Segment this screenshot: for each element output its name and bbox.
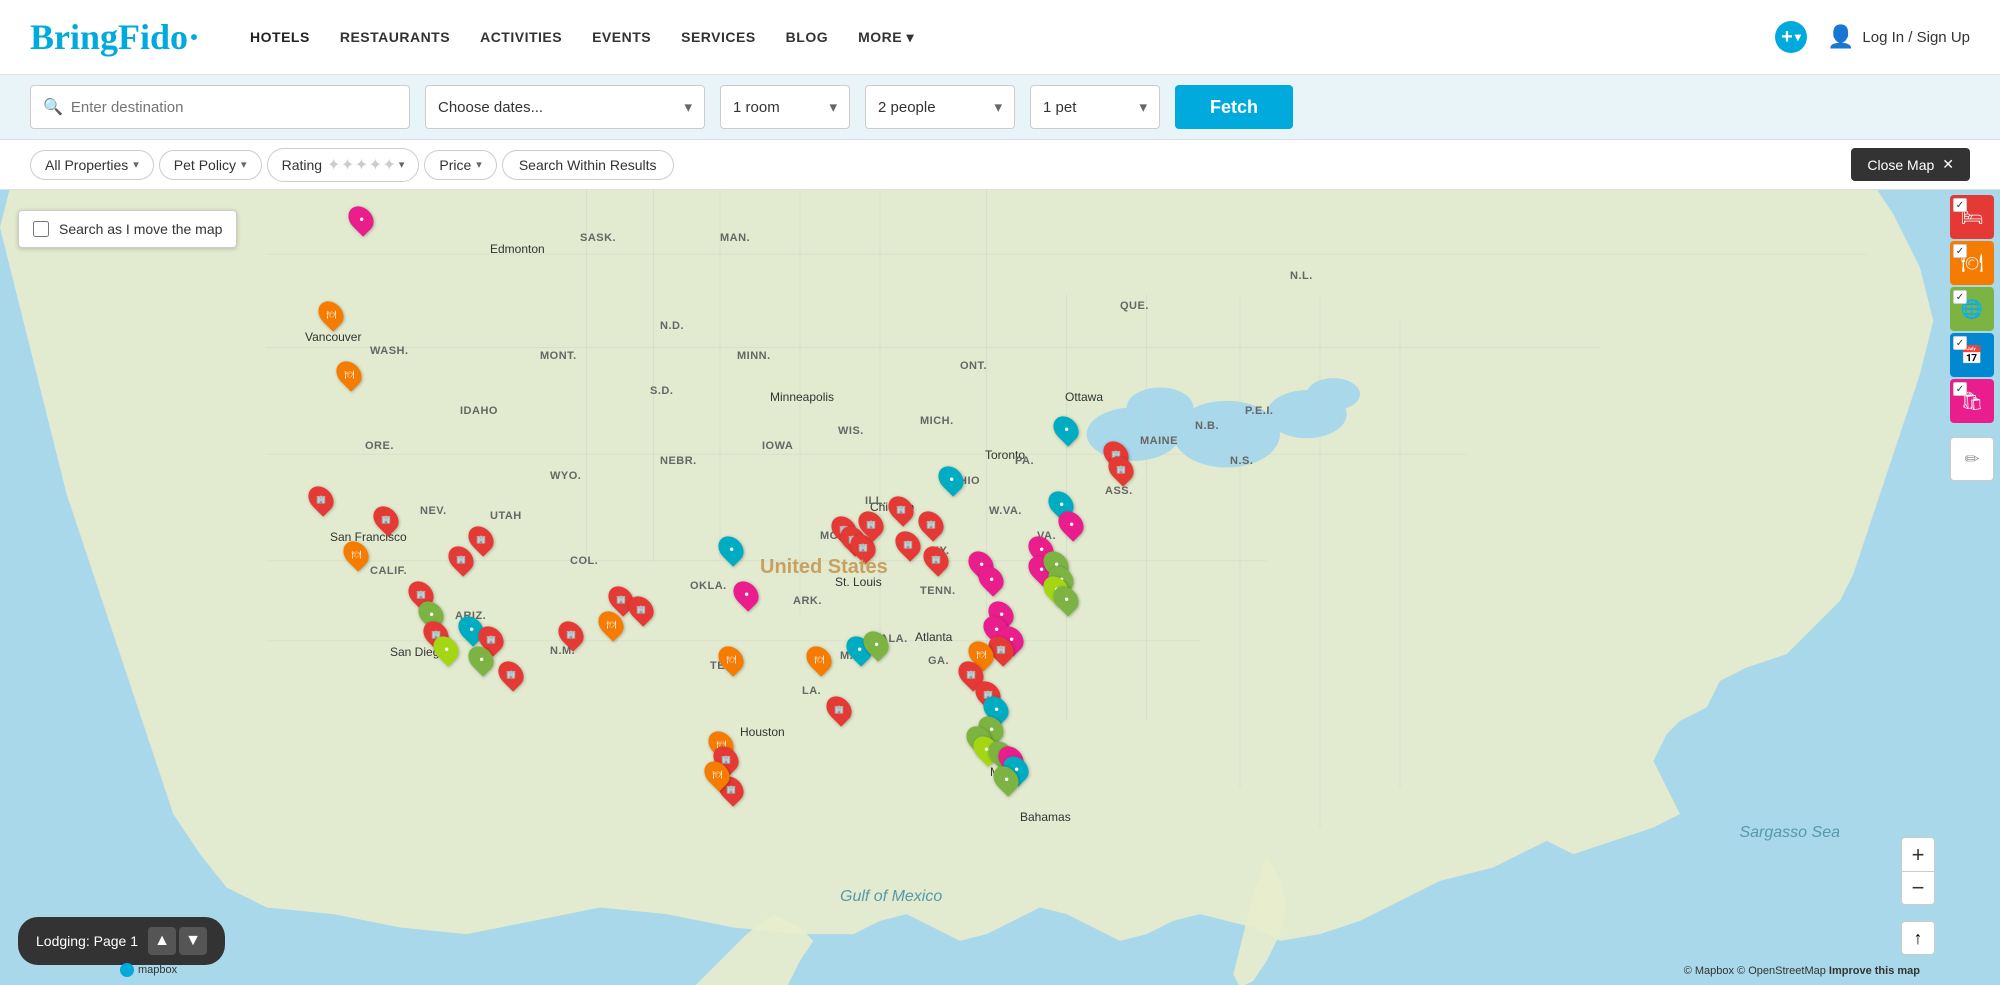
nav-events[interactable]: EVENTS	[592, 29, 651, 45]
logo[interactable]: BringFido·	[30, 16, 200, 58]
search-move-label: Search as I move the map	[59, 221, 222, 237]
services-checkbox[interactable]: ✓	[1953, 382, 1967, 396]
mapbox-logo: mapbox	[120, 963, 177, 977]
pet-policy-filter[interactable]: Pet Policy ▾	[159, 150, 262, 180]
rooms-arrow: ▾	[829, 98, 837, 116]
pet-select[interactable]: 1 pet ▾	[1030, 85, 1160, 129]
pet-label: 1 pet	[1043, 99, 1076, 116]
search-move-checkbox[interactable]	[33, 221, 49, 237]
sidebar-restaurants-button[interactable]: ✓ 🍽	[1950, 241, 1994, 285]
people-arrow: ▾	[994, 98, 1002, 116]
pet-arrow: ▾	[1139, 98, 1147, 116]
map-container[interactable]: EdmontonVancouverMinneapolisOttawaToront…	[0, 190, 2000, 985]
page-next-button[interactable]: ▼	[179, 927, 207, 955]
header-right: + 👤 Log In / Sign Up	[1775, 21, 1970, 53]
close-map-icon: ✕	[1942, 156, 1954, 173]
price-filter[interactable]: Price ▾	[424, 150, 496, 180]
map-sidebar: ✓ 🛏 ✓ 🍽 ✓ 🌐 ✓ 📅 ✓ 🛍 ✏	[1945, 190, 2000, 486]
sidebar-activities-button[interactable]: ✓ 🌐	[1950, 287, 1994, 331]
zoom-controls: + −	[1901, 837, 1935, 905]
pet-policy-arrow: ▾	[241, 158, 247, 171]
search-as-i-move[interactable]: Search as I move the map	[18, 210, 237, 248]
events-checkbox[interactable]: ✓	[1953, 336, 1967, 350]
nav-activities[interactable]: ACTIVITIES	[480, 29, 562, 45]
main-nav: HOTELS RESTAURANTS ACTIVITIES EVENTS SER…	[250, 29, 1775, 46]
search-within-button[interactable]: Search Within Results	[502, 150, 674, 180]
sidebar-events-button[interactable]: ✓ 📅	[1950, 333, 1994, 377]
dates-select[interactable]: Choose dates... ▾	[425, 85, 705, 129]
sidebar-services-button[interactable]: ✓ 🛍	[1950, 379, 1994, 423]
map-attribution: mapbox	[120, 963, 177, 977]
search-bar: 🔍 Choose dates... ▾ 1 room ▾ 2 people ▾ …	[0, 75, 2000, 140]
all-properties-filter[interactable]: All Properties ▾	[30, 150, 154, 180]
copyright-text: © Mapbox © OpenStreetMap Improve this ma…	[1684, 965, 1920, 977]
zoom-in-button[interactable]: +	[1901, 837, 1935, 871]
mapbox-label: mapbox	[138, 964, 177, 976]
logo-dot: ·	[188, 17, 200, 57]
logo-text: BringFido	[30, 17, 188, 57]
rating-label: Rating	[282, 157, 322, 173]
lodging-pagination: Lodging: Page 1 ▲ ▼	[18, 917, 225, 965]
nav-hotels[interactable]: HOTELS	[250, 29, 310, 45]
price-arrow: ▾	[476, 158, 482, 171]
page-prev-button[interactable]: ▲	[148, 927, 176, 955]
rating-arrow: ▾	[399, 158, 405, 171]
sidebar-hotels-button[interactable]: ✓ 🛏	[1950, 195, 1994, 239]
compass-button[interactable]: ↑	[1901, 921, 1935, 955]
restaurants-checkbox[interactable]: ✓	[1953, 244, 1967, 258]
zoom-out-button[interactable]: −	[1901, 871, 1935, 905]
rooms-label: 1 room	[733, 99, 780, 116]
nav-restaurants[interactable]: RESTAURANTS	[340, 29, 450, 45]
people-select[interactable]: 2 people ▾	[865, 85, 1015, 129]
header: BringFido· HOTELS RESTAURANTS ACTIVITIES…	[0, 0, 2000, 75]
add-button[interactable]: +	[1775, 21, 1807, 53]
close-map-label: Close Map	[1867, 157, 1934, 173]
rating-filter[interactable]: Rating ✦ ✦ ✦ ✦ ✦ ▾	[267, 148, 420, 182]
nav-more[interactable]: MORE ▾	[858, 29, 914, 46]
price-label: Price	[439, 157, 471, 173]
nav-blog[interactable]: BLOG	[786, 29, 828, 45]
lodging-label: Lodging: Page 1	[36, 933, 138, 949]
user-icon: 👤	[1827, 24, 1854, 50]
draw-icon: ✏	[1964, 449, 1979, 470]
people-label: 2 people	[878, 99, 936, 116]
hotels-checkbox[interactable]: ✓	[1953, 198, 1967, 212]
fetch-button[interactable]: Fetch	[1175, 85, 1293, 129]
map-copyright: © Mapbox © OpenStreetMap Improve this ma…	[1684, 965, 1920, 977]
close-map-button[interactable]: Close Map ✕	[1851, 148, 1970, 181]
pet-policy-label: Pet Policy	[174, 157, 236, 173]
page-nav: ▲ ▼	[148, 927, 207, 955]
filter-bar: All Properties ▾ Pet Policy ▾ Rating ✦ ✦…	[0, 140, 2000, 190]
destination-input-wrap: 🔍	[30, 85, 410, 129]
destination-input[interactable]	[71, 99, 397, 116]
activities-checkbox[interactable]: ✓	[1953, 290, 1967, 304]
dates-label: Choose dates...	[438, 99, 543, 116]
nav-services[interactable]: SERVICES	[681, 29, 756, 45]
sidebar-draw-button[interactable]: ✏	[1950, 437, 1994, 481]
dates-arrow: ▾	[684, 98, 692, 116]
rating-stars: ✦ ✦ ✦ ✦ ✦	[327, 155, 394, 175]
all-properties-arrow: ▾	[133, 158, 139, 171]
all-properties-label: All Properties	[45, 157, 128, 173]
rooms-select[interactable]: 1 room ▾	[720, 85, 850, 129]
search-icon: 🔍	[43, 97, 63, 117]
login-button[interactable]: 👤 Log In / Sign Up	[1827, 24, 1970, 50]
login-label: Log In / Sign Up	[1862, 29, 1970, 46]
